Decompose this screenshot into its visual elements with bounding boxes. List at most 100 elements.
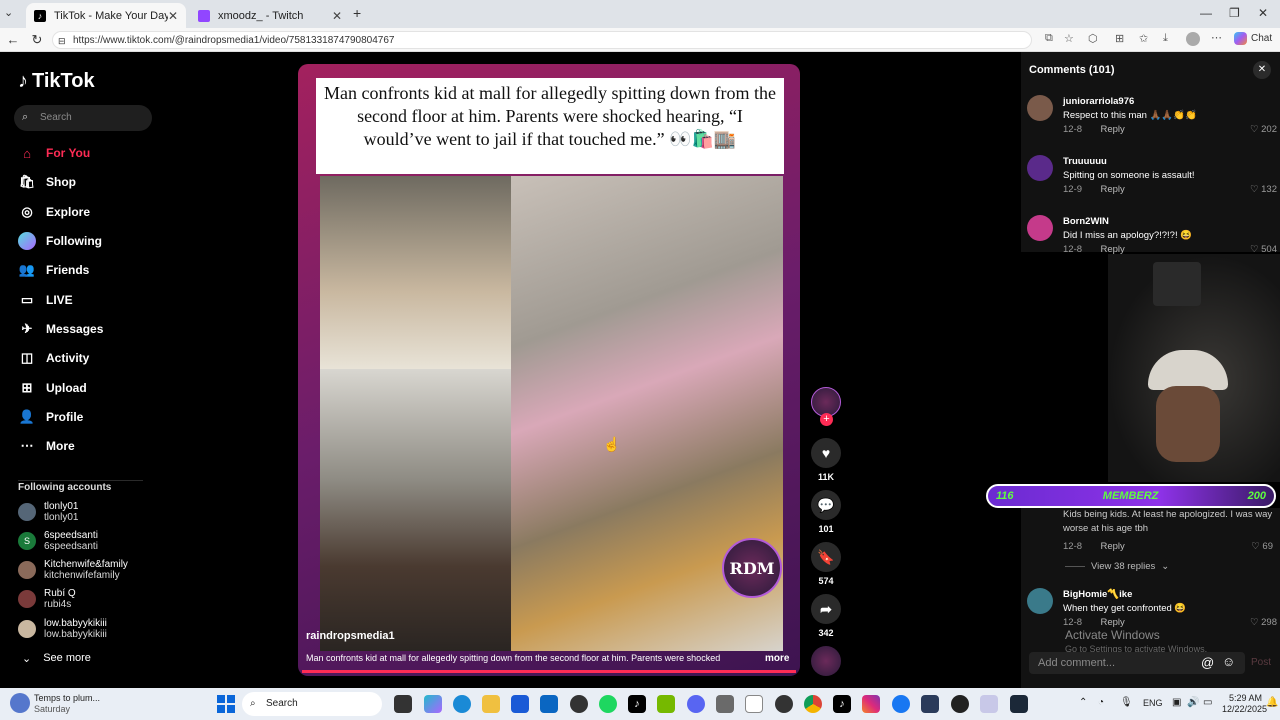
- like-button[interactable]: ♥ 11K: [811, 438, 841, 482]
- nav-live[interactable]: ▭ LIVE: [18, 288, 168, 312]
- app-icon[interactable]: [921, 695, 939, 713]
- follow-plus-icon[interactable]: +: [820, 413, 833, 426]
- downloads-icon[interactable]: ⤓: [1163, 32, 1168, 45]
- nav-following[interactable]: Following: [18, 229, 168, 253]
- video-author[interactable]: raindropsmedia1: [306, 630, 395, 642]
- favorite-star-icon[interactable]: ☆: [1064, 32, 1074, 45]
- avatar[interactable]: [1027, 588, 1053, 614]
- facebook-icon[interactable]: [892, 695, 910, 713]
- avatar[interactable]: [1027, 155, 1053, 181]
- close-comments-icon[interactable]: ✕: [1253, 61, 1271, 79]
- language-indicator[interactable]: ENG: [1143, 698, 1163, 708]
- new-tab-icon[interactable]: +: [353, 5, 361, 21]
- close-tab-icon[interactable]: ✕: [332, 9, 342, 23]
- emoji-icon[interactable]: ☺: [1222, 654, 1235, 669]
- save-button[interactable]: 🔖 574: [811, 542, 841, 586]
- chrome-icon[interactable]: [804, 695, 822, 713]
- edge-icon[interactable]: [453, 695, 471, 713]
- restore-icon[interactable]: ❐: [1229, 6, 1240, 20]
- view-replies-button[interactable]: View 38 replies ⌄: [1065, 561, 1169, 572]
- app-icon[interactable]: [980, 695, 998, 713]
- volume-icon[interactable]: 🔊: [1187, 697, 1199, 708]
- comment-user[interactable]: juniorarriola976: [1063, 95, 1277, 109]
- app-icon[interactable]: [716, 695, 734, 713]
- task-view-icon[interactable]: [394, 695, 412, 713]
- tiktok-logo[interactable]: ♪ TikTok: [18, 70, 95, 93]
- share-button[interactable]: ➦ 342: [811, 594, 841, 638]
- instagram-icon[interactable]: [862, 695, 880, 713]
- menu-dots-icon[interactable]: ⋯: [1211, 31, 1222, 44]
- comment-button[interactable]: 💬 101: [811, 490, 841, 534]
- close-tab-icon[interactable]: ✕: [168, 9, 178, 23]
- windows-start-icon[interactable]: [217, 695, 235, 713]
- spotify-icon[interactable]: [599, 695, 617, 713]
- tray-overflow-icon[interactable]: ⌃: [1079, 697, 1087, 708]
- music-disc-button[interactable]: [811, 646, 841, 680]
- description-more-link[interactable]: more: [765, 653, 789, 664]
- profile-avatar-icon[interactable]: [1186, 32, 1200, 46]
- clock[interactable]: 5:29 AM 12/22/2025: [1222, 693, 1267, 715]
- app-icon[interactable]: [951, 695, 969, 713]
- nav-profile[interactable]: 👤 Profile: [18, 405, 168, 429]
- post-button[interactable]: Post: [1251, 657, 1271, 668]
- nav-activity[interactable]: ◫ Activity: [18, 346, 168, 370]
- tray-icon[interactable]: ▣: [1172, 697, 1181, 708]
- taskbar-search[interactable]: ⌕ Search: [242, 692, 382, 716]
- comment-likes[interactable]: ♡ 202: [1250, 123, 1277, 137]
- app-icon[interactable]: [745, 695, 763, 713]
- refresh-icon[interactable]: ↻: [28, 32, 46, 48]
- open-in-app-icon[interactable]: ⧉: [1045, 32, 1053, 45]
- comment-likes[interactable]: ♡ 298: [1250, 616, 1277, 630]
- account-item[interactable]: low.babyykikiii low.babyykikiii: [18, 616, 158, 642]
- reply-button[interactable]: Reply: [1101, 617, 1125, 628]
- nav-shop[interactable]: 🛍 Shop: [18, 170, 168, 194]
- reply-button[interactable]: Reply: [1101, 541, 1125, 552]
- account-item[interactable]: Kitchenwife&family kitchenwifefamily: [18, 557, 158, 583]
- comment-likes[interactable]: ♡ 132: [1250, 183, 1277, 197]
- avatar[interactable]: [1027, 95, 1053, 121]
- video-player[interactable]: Man confronts kid at mall for allegedly …: [298, 64, 800, 676]
- outlook-icon[interactable]: [540, 695, 558, 713]
- weather-icon[interactable]: [10, 693, 30, 713]
- file-explorer-icon[interactable]: [482, 695, 500, 713]
- tiktok-app-icon[interactable]: ♪: [628, 695, 646, 713]
- mention-icon[interactable]: @: [1201, 655, 1214, 670]
- split-screen-icon[interactable]: ⊞: [1115, 32, 1124, 45]
- comment-user[interactable]: BigHomie〽️ike: [1063, 588, 1277, 602]
- see-more-button[interactable]: ⌄ See more: [22, 652, 91, 665]
- search-input[interactable]: Search: [14, 105, 152, 131]
- account-item[interactable]: Rubí Qrubi4s: [18, 586, 158, 612]
- reply-button[interactable]: Reply: [1101, 124, 1125, 135]
- favorites-icon[interactable]: ✩: [1139, 32, 1148, 45]
- app-icon[interactable]: [775, 695, 793, 713]
- nvidia-icon[interactable]: [657, 695, 675, 713]
- account-item[interactable]: tlonly01 tlonly01: [18, 499, 158, 525]
- store-icon[interactable]: [511, 695, 529, 713]
- comment-likes[interactable]: ♡ 69: [1251, 540, 1273, 554]
- nav-messages[interactable]: ✈ Messages: [18, 317, 168, 341]
- tab-list-icon[interactable]: ⌄: [4, 6, 13, 19]
- reply-button[interactable]: Reply: [1101, 184, 1125, 195]
- extensions-icon[interactable]: ⬡: [1088, 32, 1098, 45]
- copilot-chat-button[interactable]: Chat: [1234, 32, 1272, 45]
- notifications-bell-icon[interactable]: 🔔: [1266, 697, 1278, 708]
- nav-upload[interactable]: ⊞ Upload: [18, 376, 168, 400]
- tab-twitch[interactable]: xmoodz_ - Twitch ✕: [190, 3, 350, 28]
- video-progress-bar[interactable]: [302, 670, 796, 673]
- nav-for-you[interactable]: ⌂ For You: [18, 141, 168, 165]
- obs-icon[interactable]: [570, 695, 588, 713]
- battery-icon[interactable]: ▭: [1203, 697, 1212, 708]
- avatar[interactable]: [1027, 215, 1053, 241]
- nav-explore[interactable]: ◎ Explore: [18, 200, 168, 224]
- site-info-icon[interactable]: ⊟: [58, 32, 66, 50]
- close-window-icon[interactable]: ✕: [1258, 6, 1268, 20]
- steam-icon[interactable]: [1010, 695, 1028, 713]
- account-item[interactable]: S 6speedsanti 6speedsanti: [18, 528, 158, 554]
- microphone-icon[interactable]: 🎙: [1120, 697, 1133, 708]
- comment-user[interactable]: Born2WIN: [1063, 215, 1277, 229]
- tab-tiktok[interactable]: ♪ TikTok - Make Your Day ✕: [26, 3, 186, 28]
- url-input[interactable]: ⊟ https://www.tiktok.com/@raindropsmedia…: [52, 31, 1032, 49]
- discord-icon[interactable]: [687, 695, 705, 713]
- tiktok-app-icon[interactable]: ♪: [833, 695, 851, 713]
- weather-widget[interactable]: Temps to plum... Saturday: [34, 693, 100, 715]
